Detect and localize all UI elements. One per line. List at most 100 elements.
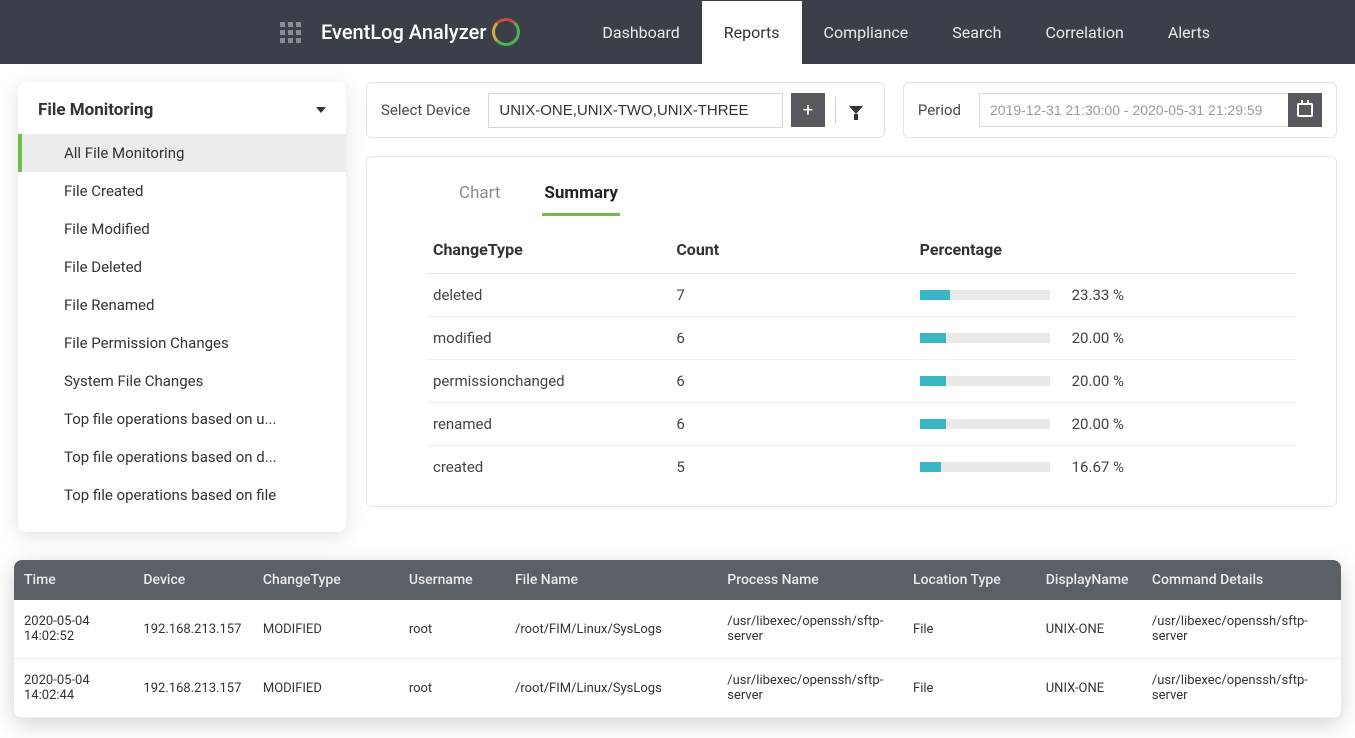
summary-row: modified6 20.00 % [427, 317, 1296, 360]
calendar-icon [1297, 103, 1313, 117]
detail-cell: 2020-05-04 14:02:52 [14, 600, 133, 659]
device-label: Select Device [381, 101, 470, 119]
summary-row: permissionchanged6 20.00 % [427, 360, 1296, 403]
percentage-bar [920, 462, 1050, 472]
period-input[interactable] [979, 93, 1289, 127]
sidebar-item[interactable]: File Modified [18, 210, 346, 248]
main-area: Select Device + Period Chart Summary [346, 82, 1355, 507]
detail-cell: UNIX-ONE [1036, 600, 1142, 659]
summary-header[interactable]: Percentage [914, 230, 1296, 274]
detail-header[interactable]: Process Name [717, 560, 903, 600]
detail-table: TimeDeviceChangeTypeUsernameFile NamePro… [14, 560, 1341, 718]
sidebar-item[interactable]: File Created [18, 172, 346, 210]
detail-cell: /usr/libexec/openssh/sftp-server [717, 659, 903, 718]
summary-row: deleted7 23.33 % [427, 274, 1296, 317]
percentage-label: 20.00 % [1072, 415, 1124, 433]
calendar-button[interactable] [1288, 93, 1322, 127]
summary-row: created516.67 % [427, 446, 1296, 489]
percentage-cell: 16.67 % [914, 446, 1296, 489]
detail-cell: /root/FIM/Linux/SysLogs [505, 659, 717, 718]
summary-row: renamed620.00 % [427, 403, 1296, 446]
detail-header[interactable]: Username [399, 560, 505, 600]
detail-cell: MODIFIED [253, 659, 399, 718]
detail-cell: /usr/libexec/openssh/sftp-server [1142, 659, 1341, 718]
period-filter-box: Period [903, 82, 1337, 138]
nav-dashboard[interactable]: Dashboard [580, 1, 701, 64]
percentage-label: 20.00 % [1072, 329, 1124, 347]
summary-panel: Chart Summary ChangeTypeCountPercentage … [366, 156, 1337, 507]
tab-summary[interactable]: Summary [542, 177, 619, 216]
brand-text: EventLog Analyzer [321, 20, 486, 44]
detail-cell: root [399, 600, 505, 659]
detail-cell: /usr/libexec/openssh/sftp-server [1142, 600, 1341, 659]
apps-grid-icon[interactable] [280, 22, 301, 43]
detail-header[interactable]: File Name [505, 560, 717, 600]
detail-cell: 192.168.213.157 [133, 600, 252, 659]
chevron-down-icon [316, 107, 326, 113]
sidebar-item[interactable]: File Permission Changes [18, 324, 346, 362]
count-cell: 6 [670, 317, 913, 360]
nav-compliance[interactable]: Compliance [802, 1, 931, 64]
changetype-cell: deleted [427, 274, 670, 317]
percentage-bar [920, 333, 1050, 343]
nav-items: DashboardReportsComplianceSearchCorrelat… [580, 1, 1232, 64]
detail-cell: MODIFIED [253, 600, 399, 659]
table-row[interactable]: 2020-05-04 14:02:52192.168.213.157MODIFI… [14, 600, 1341, 659]
summary-table: ChangeTypeCountPercentage deleted7 23.33 … [427, 230, 1296, 488]
sidebar-item[interactable]: Top file operations based on file [18, 476, 346, 514]
tab-chart[interactable]: Chart [457, 177, 502, 216]
filter-button[interactable] [842, 96, 870, 124]
detail-header[interactable]: Device [133, 560, 252, 600]
add-device-button[interactable]: + [791, 93, 825, 127]
detail-cell: File [903, 600, 1036, 659]
changetype-cell: permissionchanged [427, 360, 670, 403]
sidebar-item[interactable]: File Renamed [18, 286, 346, 324]
nav-reports[interactable]: Reports [702, 1, 802, 64]
detail-header[interactable]: Command Details [1142, 560, 1341, 600]
summary-header[interactable]: Count [670, 230, 913, 274]
detail-table-panel: TimeDeviceChangeTypeUsernameFile NamePro… [14, 560, 1341, 718]
nav-correlation[interactable]: Correlation [1023, 1, 1145, 64]
nav-search[interactable]: Search [930, 1, 1023, 64]
brand-logo-icon [492, 18, 520, 46]
percentage-cell: 23.33 % [914, 274, 1296, 317]
detail-cell: UNIX-ONE [1036, 659, 1142, 718]
brand: EventLog Analyzer [321, 18, 520, 46]
device-input[interactable] [488, 93, 783, 128]
sidebar-item[interactable]: Top file operations based on d... [18, 438, 346, 476]
detail-header[interactable]: Time [14, 560, 133, 600]
summary-header[interactable]: ChangeType [427, 230, 670, 274]
detail-header[interactable]: ChangeType [253, 560, 399, 600]
changetype-cell: created [427, 446, 670, 489]
count-cell: 6 [670, 403, 913, 446]
changetype-cell: modified [427, 317, 670, 360]
nav-alerts[interactable]: Alerts [1146, 1, 1232, 64]
sidebar-header[interactable]: File Monitoring [18, 82, 346, 134]
detail-header[interactable]: Location Type [903, 560, 1036, 600]
percentage-bar [920, 419, 1050, 429]
top-nav: EventLog Analyzer DashboardReportsCompli… [0, 0, 1355, 64]
sidebar-item[interactable]: System File Changes [18, 362, 346, 400]
count-cell: 7 [670, 274, 913, 317]
detail-cell: File [903, 659, 1036, 718]
filter-icon [849, 106, 863, 114]
detail-header[interactable]: DisplayName [1036, 560, 1142, 600]
count-cell: 5 [670, 446, 913, 489]
table-row[interactable]: 2020-05-04 14:02:44192.168.213.157MODIFI… [14, 659, 1341, 718]
percentage-cell: 20.00 % [914, 317, 1296, 360]
sidebar-item[interactable]: All File Monitoring [18, 134, 346, 172]
detail-cell: 2020-05-04 14:02:44 [14, 659, 133, 718]
count-cell: 6 [670, 360, 913, 403]
percentage-label: 23.33 % [1072, 286, 1124, 304]
percentage-bar [920, 290, 1050, 300]
percentage-cell: 20.00 % [914, 360, 1296, 403]
percentage-label: 20.00 % [1072, 372, 1124, 390]
percentage-bar [920, 376, 1050, 386]
sidebar-item[interactable]: File Deleted [18, 248, 346, 286]
detail-cell: /usr/libexec/openssh/sftp-server [717, 600, 903, 659]
sidebar-item[interactable]: Top file operations based on u... [18, 400, 346, 438]
sidebar: File Monitoring All File MonitoringFile … [18, 82, 346, 532]
sidebar-title: File Monitoring [38, 100, 153, 120]
device-filter-box: Select Device + [366, 82, 885, 138]
detail-cell: root [399, 659, 505, 718]
